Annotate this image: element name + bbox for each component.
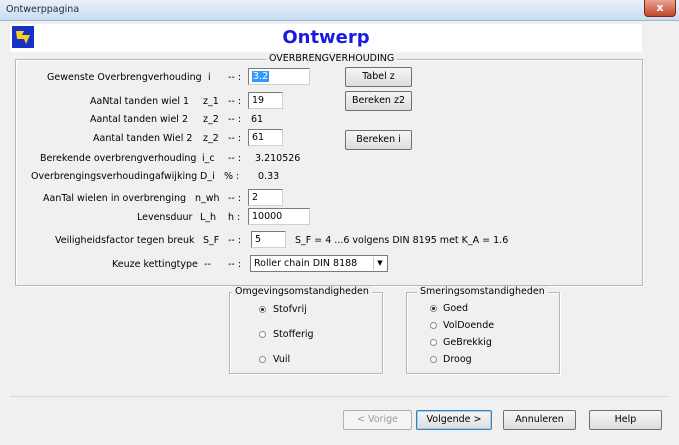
wielen-sep: -- : (228, 193, 242, 204)
title-bar[interactable] (0, 0, 679, 21)
gewenste-sym: i (208, 72, 211, 83)
annuleren-button[interactable]: Annuleren (503, 410, 576, 430)
veiligheid-sym: S_F (203, 235, 220, 246)
aantal2b-label: Aantal tanden Wiel 2 (93, 133, 193, 144)
tabel-z-button[interactable]: Tabel z (345, 67, 412, 87)
veiligheid-label: Veiligheidsfactor tegen breuk (55, 235, 195, 246)
close-button[interactable]: x (644, 0, 676, 17)
veiligheid-sep: -- : (228, 235, 242, 246)
afwijking-label: Overbrengingsverhoudingafwijking (31, 171, 198, 182)
levensduur-input[interactable]: 10000 (248, 208, 310, 225)
help-button[interactable]: Help (589, 410, 662, 430)
smering-legend: Smeringsomstandigheden (417, 286, 548, 297)
levensduur-sep: h : (228, 212, 241, 223)
bereken-z2-button[interactable]: Bereken z2 (345, 91, 412, 111)
veiligheid-input[interactable]: 5 (251, 231, 286, 248)
radio-stofvrij[interactable] (259, 306, 266, 313)
radio-vuil[interactable] (259, 356, 266, 363)
radio-goed[interactable] (430, 305, 437, 312)
levensduur-sym: L_h (200, 212, 217, 223)
berekende-label: Berekende overbrengverhouding (40, 153, 197, 164)
z2-input[interactable]: 61 (248, 129, 283, 146)
aantal2-value: 61 (251, 114, 264, 125)
gewenste-label: Gewenste Overbrengverhouding (47, 72, 202, 83)
radio-stofferig[interactable] (259, 331, 266, 338)
aantal1-label: AaNtal tanden wiel 1 (90, 96, 190, 107)
page-title: Ontwerp (282, 27, 370, 48)
gewenste-input[interactable]: 3.2 (248, 68, 310, 85)
droog-label[interactable]: Droog (443, 354, 472, 365)
volgende-button[interactable]: Volgende > (416, 410, 492, 430)
berekende-sym: i_c (202, 153, 215, 164)
voldoende-label[interactable]: VolDoende (443, 320, 494, 331)
wielen-label: AanTal wielen in overbrenging (43, 193, 187, 204)
keuze-sym: -- (204, 259, 211, 270)
veiligheid-note: S_F = 4 ...6 volgens DIN 8195 met K_A = … (295, 235, 509, 246)
aantal1-sep: -- : (228, 96, 242, 107)
radio-gebrekkig[interactable] (430, 339, 437, 346)
bottom-divider (10, 396, 669, 397)
aantal2b-sym: z_2 (203, 133, 219, 144)
kettingtype-value: Roller chain DIN 8188 (254, 258, 358, 269)
stofvrij-label[interactable]: Stofvrij (273, 304, 307, 315)
vuil-label[interactable]: Vuil (273, 354, 290, 365)
berekende-value: 3.210526 (255, 153, 301, 164)
smering-group (406, 292, 560, 374)
keuze-label: Keuze kettingtype (112, 259, 198, 270)
aantal2b-sep: -- : (228, 133, 242, 144)
kettingtype-dropdown[interactable]: Roller chain DIN 8188 ▼ (250, 255, 388, 272)
vorige-button[interactable]: < Vorige (343, 410, 412, 430)
aantal1-sym: z_1 (203, 96, 219, 107)
omgeving-legend: Omgevingsomstandigheden (232, 286, 372, 297)
aantal2-sym: z_2 (203, 114, 219, 125)
berekende-sep: -- : (228, 153, 242, 164)
goed-label[interactable]: Goed (443, 303, 468, 314)
chevron-down-icon[interactable]: ▼ (373, 257, 386, 270)
radio-droog[interactable] (430, 356, 437, 363)
levensduur-label: Levensduur (137, 212, 193, 223)
afwijking-sep: % : (224, 171, 240, 182)
afwijking-sym: D_i (200, 171, 215, 182)
gewenste-sep: -- : (228, 72, 242, 83)
radio-voldoende[interactable] (430, 322, 437, 329)
bereken-i-button[interactable]: Bereken i (345, 130, 412, 150)
group-legend: OVERBRENGVERHOUDING (266, 53, 398, 64)
window-title: Ontwerppagina (6, 4, 80, 15)
z1-input[interactable]: 19 (248, 92, 283, 109)
keuze-sep: -- : (228, 259, 242, 270)
gebrekkig-label[interactable]: GeBrekkig (443, 337, 492, 348)
aantal2-sep: -- : (228, 114, 242, 125)
aantal2-label: Aantal tanden wiel 2 (90, 114, 188, 125)
afwijking-value: 0.33 (258, 171, 280, 182)
stofferig-label[interactable]: Stofferig (273, 329, 314, 340)
wielen-sym: n_wh (195, 193, 220, 204)
wielen-input[interactable]: 2 (248, 189, 283, 206)
